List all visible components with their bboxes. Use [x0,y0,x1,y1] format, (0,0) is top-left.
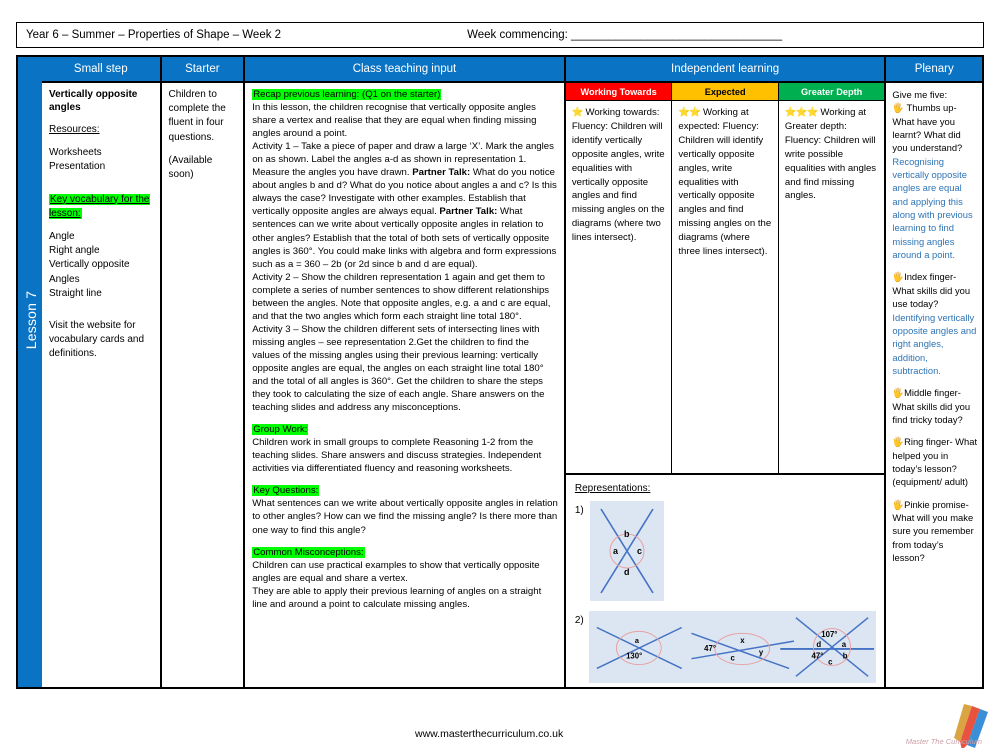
cell-independent-learning: Working Towards ⭐ Working towards: Fluen… [565,83,887,687]
star-rating-3: ⭐⭐⭐ [784,107,819,118]
cell-class-teaching-input: Recap previous learning: (Q1 on the star… [245,83,566,687]
plenary-item-4: 🖐Ring finger- What helped you in today’s… [892,435,978,488]
plenary-question-2: Index finger- What skills did you use to… [892,271,971,310]
cell-plenary: Give me five: 🖐 Thumbs up- What have you… [886,83,982,687]
key-questions-body: What sentences can we write about vertic… [252,498,558,536]
plenary-item-1: 🖐 Thumbs up- What have you learnt? What … [892,101,978,261]
plenary-item-2: 🖐Index finger- What skills did you use t… [892,270,978,377]
hand-icon: 🖐 [892,436,905,448]
header-small-step: Small step [42,57,162,83]
hand-icon: 🖐 [892,271,905,283]
representation-1-number: 1) [574,505,584,516]
vocab-item: Right angle [49,245,100,257]
header-starter: Starter [161,57,246,83]
hand-icon: 🖐 [892,387,905,399]
vocab-item: Angle [49,230,75,242]
svg-text:130°: 130° [627,652,643,661]
svg-text:x: x [741,636,746,645]
lesson-number-label: Lesson 7 [23,290,39,350]
column-working-towards: Working Towards ⭐ Working towards: Fluen… [565,83,673,473]
resource-item: Presentation [49,161,106,173]
plenary-question-4: Ring finger- What helped you in today’s … [892,436,978,488]
group-work-body: Children work in small groups to complet… [252,437,542,475]
vocab-item: Angles [49,273,80,285]
resources-heading: Resources: [49,124,100,135]
group-work-heading: Group Work: [252,424,309,436]
plenary-answer-2: Identifying vertically opposite angles a… [892,311,977,376]
activity-3: Activity 3 – Show the children different… [252,323,545,414]
activity-2: Activity 2 – Show the children represent… [252,271,551,322]
document-title-bar: Year 6 – Summer – Properties of Shape – … [16,22,984,48]
page-title: Year 6 – Summer – Properties of Shape – … [26,29,282,41]
greater-depth-body: ⭐⭐⭐ Working at Greater depth: Fluency: C… [784,107,877,202]
vocab-item: Vertically opposite [49,259,130,271]
plenary-item-5: 🖐Pinkie promise- What will you make sure… [892,498,978,565]
representation-2-number: 2) [574,615,584,626]
lesson-spine: Lesson 7 [18,57,42,687]
svg-text:c: c [731,654,736,663]
plenary-answer-1: Recognising vertically opposite angles a… [892,155,973,261]
representation-2-row: 2) a 130° 47° x y c 107° d a 47° b c [575,611,877,683]
lesson-plan-page: Year 6 – Summer – Properties of Shape – … [0,0,1000,750]
differentiation-subtable: Working Towards ⭐ Working towards: Fluen… [565,83,885,475]
representation-2-diagram: a 130° 47° x y c 107° d a 47° b c [589,611,877,683]
badge-expected: Expected [672,83,778,101]
brand-logo-text: Master The Curriculum [905,737,982,746]
cell-small-step: Vertically opposite angles Resources: Wo… [42,83,162,687]
badge-greater-depth: Greater Depth [778,83,885,101]
vocab-item: Straight line [49,287,102,299]
footer-url: www.masterthecurriculum.co.uk [415,728,564,740]
badge-working-towards: Working Towards [565,83,672,101]
header-plenary: Plenary [886,57,982,83]
plenary-item-3: 🖐Middle finger- What skills did you find… [892,386,978,426]
header-independent-learning: Independent learning [565,57,887,83]
representations-title: Representations: [574,483,651,494]
key-questions-heading: Key Questions: [252,485,320,497]
resource-item: Worksheets [49,147,102,159]
plenary-question-5: Pinkie promise- What will you make sure … [892,498,974,563]
recap-body: In this lesson, the children recognise t… [252,102,537,140]
column-expected: Expected ⭐⭐ Working at expected: Fluency… [672,83,779,473]
representation-1-row: 1) a b c d [575,501,877,601]
small-step-title: Vertically opposite angles [49,89,138,113]
representations-section: Representations: 1) a b c d 2) a 130° 47… [566,475,885,687]
column-greater-depth: Greater Depth ⭐⭐⭐ Working at Greater dep… [778,83,885,473]
rep1-label-c: c [637,546,642,556]
working-towards-body: ⭐ Working towards: Fluency: Children wil… [571,107,665,244]
plenary-question-3: Middle finger- What skills did you find … [892,387,971,425]
week-commencing-field: Week commencing: _______________________… [467,29,783,41]
misconceptions-body-2: They are able to apply their previous le… [252,585,542,610]
rep1-label-b: b [624,529,630,539]
activity-1: Activity 1 – Take a piece of paper and d… [252,141,557,270]
vocab-heading: Key vocabulary for the lesson: [49,193,150,219]
hand-icon: 🖐 [892,498,905,510]
svg-text:47°: 47° [812,652,824,661]
svg-text:b: b [843,652,848,661]
svg-text:y: y [759,648,764,657]
rep1-label-d: d [624,567,630,577]
misconceptions-heading: Common Misconceptions: [252,546,365,558]
svg-text:107°: 107° [822,630,838,639]
plenary-intro: Give me five: [892,89,948,100]
expected-body: ⭐⭐ Working at expected: Fluency: Childre… [678,107,772,258]
cell-starter: Children to complete the fluent in four … [162,83,246,687]
representation-1-diagram: a b c d [589,501,664,601]
star-rating-1: ⭐ [571,107,584,118]
table-header-row: Small step Starter Class teaching input … [42,57,982,83]
header-class-teaching-input: Class teaching input [245,57,566,83]
star-rating-2: ⭐⭐ [678,107,701,118]
lesson-table: Lesson 7 Small step Starter Class teachi… [16,55,984,689]
misconceptions-body-1: Children can use practical examples to s… [252,559,540,584]
starter-line-2: (Available soon) [168,154,213,180]
svg-text:47°: 47° [705,644,717,653]
recap-heading: Recap previous learning: (Q1 on the star… [252,89,442,100]
vocab-website-note: Visit the website for vocabulary cards a… [49,319,145,360]
hand-icon: 🖐 [892,102,905,114]
starter-line-1: Children to complete the fluent in four … [168,89,226,143]
svg-text:c: c [829,658,834,667]
table-body-row: Vertically opposite angles Resources: Wo… [42,83,982,687]
svg-text:d: d [817,640,822,649]
svg-text:a: a [842,640,847,649]
